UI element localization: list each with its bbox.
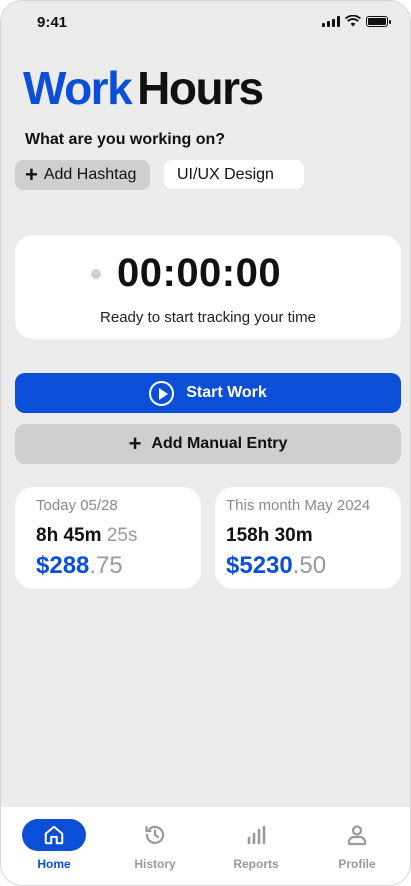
history-icon (145, 825, 165, 844)
tab-reports-label: Reports (233, 857, 279, 871)
month-earnings-cents: .50 (292, 552, 327, 579)
wifi-icon (345, 15, 361, 27)
logo-work-text: Work (23, 62, 133, 114)
timer-display: 00:00:00 (117, 251, 282, 295)
plus-icon: + (128, 431, 142, 456)
battery-icon (366, 15, 391, 27)
add-hashtag-label: Add Hashtag (43, 166, 137, 183)
bar-chart-icon (247, 825, 266, 845)
add-manual-entry-button[interactable]: + Add Manual Entry (15, 424, 401, 464)
tab-reports[interactable]: Reports (216, 819, 296, 879)
tab-home-label: Home (37, 857, 71, 871)
tab-history-label: History (134, 857, 176, 871)
phone-screen: 9:41 Work Hours What are you working on?… (0, 0, 411, 886)
month-label: This month May 2024 (226, 497, 371, 514)
tab-profile-label: Profile (338, 857, 376, 871)
status-time: 9:41 (37, 14, 68, 31)
app-logo: Work Hours (23, 61, 264, 115)
today-earnings: $288.75 (36, 552, 123, 580)
timer-caption: Ready to start tracking your time (100, 309, 316, 326)
tab-home[interactable]: Home (14, 819, 94, 879)
add-manual-entry-label: Add Manual Entry (151, 435, 288, 452)
tab-history[interactable]: History (115, 819, 195, 879)
timer-card: 00:00:00 Ready to start tracking your ti… (15, 235, 401, 339)
month-hours-value: 158h 30m (226, 525, 313, 546)
logo-hours-text: Hours (137, 62, 264, 114)
tab-profile[interactable]: Profile (317, 819, 397, 879)
start-work-label: Start Work (186, 384, 267, 401)
month-stats-card: This month May 2024 158h 30m $5230.50 (215, 487, 401, 589)
play-circle-icon (149, 380, 175, 406)
cellular-signal-icon (322, 15, 340, 27)
status-bar: 9:41 (1, 1, 410, 45)
bottom-tab-bar: Home History Reports Profile (1, 807, 410, 885)
selected-tag-label: UI/UX Design (177, 165, 274, 183)
selected-tag-chip[interactable]: UI/UX Design (164, 160, 304, 189)
today-earnings-cents: .75 (89, 552, 123, 579)
plus-icon: + (25, 162, 38, 187)
today-label: Today 05/28 (36, 497, 118, 514)
month-earnings-main: $5230 (226, 552, 293, 579)
timer-status-dot (91, 269, 101, 279)
add-hashtag-button[interactable]: + Add Hashtag (15, 160, 151, 190)
today-hours: 8h 45m 25s (36, 525, 137, 547)
home-icon (44, 825, 64, 845)
tab-home-pill (22, 819, 86, 851)
status-icons (322, 15, 391, 27)
person-icon (347, 825, 367, 846)
today-hours-value: 8h 45m (36, 525, 102, 546)
month-hours: 158h 30m (226, 525, 313, 547)
today-stats-card: Today 05/28 8h 45m 25s $288.75 (15, 487, 201, 589)
task-prompt: What are you working on? (25, 131, 226, 148)
today-seconds-value: 25s (106, 525, 138, 546)
month-earnings: $5230.50 (226, 552, 326, 580)
start-work-button[interactable]: Start Work (15, 373, 401, 413)
today-earnings-main: $288 (36, 552, 90, 579)
